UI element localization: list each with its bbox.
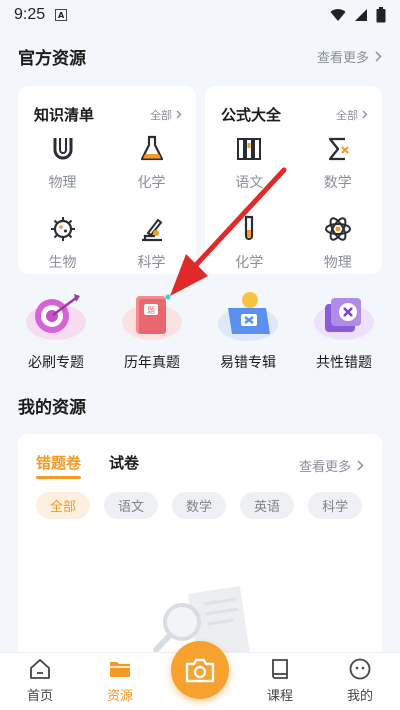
chip-english[interactable]: 英语 — [240, 492, 295, 519]
feature-label-error-prone: 易错专辑 — [220, 355, 276, 371]
resource-tabs: 错题卷 试卷 查看更多 — [36, 452, 364, 479]
formula-title: 公式大全 — [221, 106, 282, 124]
knowledge-item-chemistry[interactable]: 化学 — [107, 132, 196, 204]
knowledge-all-link[interactable]: 全部 — [150, 107, 182, 123]
status-time: 9:25 — [14, 6, 46, 23]
knowledge-label-chemistry: 化学 — [137, 175, 166, 191]
tabbar-home[interactable]: 首页 — [0, 653, 80, 710]
formula-card: 公式大全 全部 语文 数学 化学 物理 — [205, 86, 382, 274]
tab-wrong-papers[interactable]: 错题卷 — [36, 452, 82, 479]
common-wrong-icon — [314, 298, 374, 340]
knowledge-label-physics: 物理 — [48, 175, 77, 191]
tabbar-me[interactable]: 我的 — [320, 653, 400, 710]
tabbar-resources-label: 资源 — [106, 689, 133, 704]
subject-chips: 全部 语文 数学 英语 科学 — [36, 492, 363, 519]
target-icon — [26, 294, 86, 340]
mine-title: 我的资源 — [18, 398, 86, 418]
knowledge-label-science: 科学 — [137, 255, 166, 271]
notification-icon: A — [55, 9, 68, 21]
virus-icon — [50, 217, 75, 241]
feature-error-prone[interactable]: 易错专辑 — [205, 288, 291, 372]
tab-papers[interactable]: 试卷 — [109, 452, 139, 479]
feature-label-common-errors: 共性错题 — [316, 355, 372, 371]
formula-grid: 语文 数学 化学 物理 — [205, 132, 382, 284]
camera-icon — [185, 658, 215, 683]
book-icon — [272, 659, 288, 679]
knowledge-item-physics[interactable]: 物理 — [18, 132, 107, 204]
folder-icon — [110, 662, 130, 677]
tabbar-courses-label: 课程 — [266, 689, 293, 704]
tabbar-resources[interactable]: 资源 — [80, 653, 160, 710]
knowledge-title: 知识清单 — [34, 106, 95, 124]
feature-must-practice[interactable]: 必刷专题 — [13, 288, 99, 372]
chevron-right-icon — [362, 110, 368, 119]
camera-button[interactable] — [171, 641, 229, 699]
formula-card-header: 公式大全 全部 — [221, 104, 368, 125]
wifi-icon — [330, 9, 346, 21]
tabbar-home-label: 首页 — [26, 689, 53, 704]
chip-chinese[interactable]: 语文 — [104, 492, 159, 519]
knowledge-item-biology[interactable]: 生物 — [18, 212, 107, 284]
chip-math[interactable]: 数学 — [172, 492, 227, 519]
knowledge-all-label: 全部 — [150, 108, 172, 122]
formula-label-math: 数学 — [323, 175, 352, 191]
mine-more-label: 查看更多 — [298, 460, 351, 475]
status-right — [330, 7, 386, 23]
flask-icon — [140, 135, 163, 161]
mine-more-link[interactable]: 查看更多 — [299, 456, 364, 475]
books-icon — [237, 138, 262, 160]
knowledge-item-science[interactable]: 科学 — [107, 212, 196, 284]
formula-item-physics[interactable]: 物理 — [294, 212, 383, 284]
chip-all[interactable]: 全部 — [36, 492, 91, 519]
tabbar-courses[interactable]: 课程 — [240, 653, 320, 710]
official-title: 官方资源 — [18, 49, 86, 69]
chevron-right-icon — [357, 460, 364, 471]
official-section-header: 官方资源 查看更多 — [18, 44, 382, 69]
atom-icon — [324, 217, 351, 241]
microscope-icon — [141, 218, 162, 242]
wrong-album-icon — [218, 292, 278, 341]
formula-item-math[interactable]: 数学 — [294, 132, 383, 204]
chip-science[interactable]: 科学 — [308, 492, 363, 519]
chevron-right-icon — [375, 51, 382, 62]
knowledge-grid: 物理 化学 生物 科学 — [18, 132, 196, 284]
official-more-label: 查看更多 — [316, 51, 369, 66]
face-icon — [349, 658, 371, 680]
formula-item-chinese[interactable]: 语文 — [205, 132, 294, 204]
feature-past-exams[interactable]: 题 历年真题 — [109, 288, 195, 372]
formula-label-chinese: 语文 — [235, 175, 264, 191]
feature-label-past-exams: 历年真题 — [124, 355, 180, 371]
feature-label-must-practice: 必刷专题 — [28, 355, 84, 371]
test-tube-icon — [245, 215, 254, 241]
formula-label-chemistry: 化学 — [235, 255, 264, 271]
mine-section-header: 我的资源 — [18, 393, 382, 418]
feature-common-errors[interactable]: 共性错题 — [301, 288, 387, 372]
knowledge-list-card: 知识清单 全部 物理 化学 生物 科学 — [18, 86, 196, 274]
question-book-icon: 题 — [122, 294, 182, 340]
home-icon — [30, 659, 50, 679]
battery-icon — [376, 7, 386, 23]
sigma-icon — [328, 137, 349, 161]
status-bar: 9:25 A — [0, 0, 400, 30]
tabbar-me-label: 我的 — [346, 689, 373, 704]
formula-label-physics: 物理 — [323, 255, 352, 271]
formula-item-chemistry[interactable]: 化学 — [205, 212, 294, 284]
magnet-icon — [53, 138, 72, 160]
chevron-right-icon — [176, 110, 182, 119]
past-exams-badge: 题 — [147, 306, 155, 315]
formula-all-link[interactable]: 全部 — [336, 107, 368, 123]
official-more-link[interactable]: 查看更多 — [317, 47, 382, 66]
formula-all-label: 全部 — [336, 108, 358, 122]
signal-icon — [355, 9, 367, 21]
knowledge-card-header: 知识清单 全部 — [34, 104, 182, 125]
knowledge-label-biology: 生物 — [48, 255, 77, 271]
feature-row: 必刷专题 题 历年真题 易错专辑 共性错题 — [0, 288, 400, 372]
